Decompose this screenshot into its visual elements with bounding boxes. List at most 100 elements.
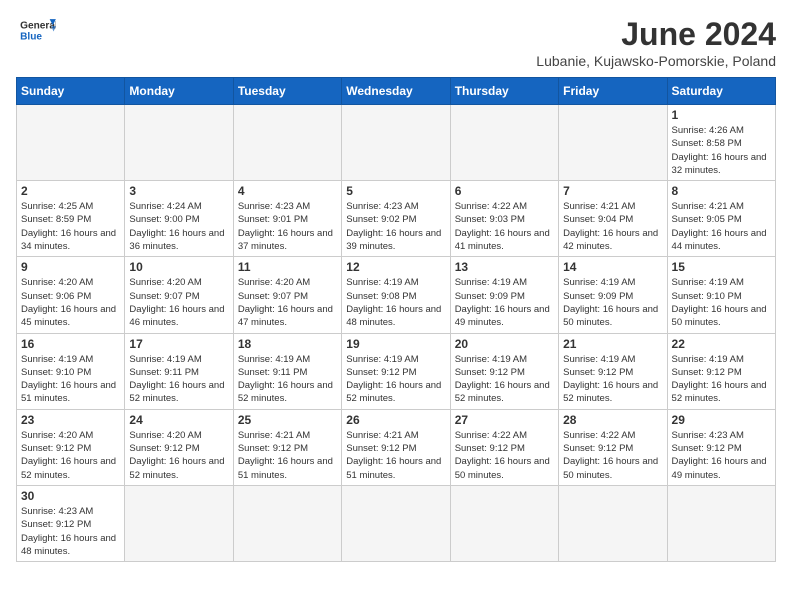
title-block: June 2024 Lubanie, Kujawsko-Pomorskie, P… — [536, 16, 776, 69]
calendar-day-cell: 28Sunrise: 4:22 AM Sunset: 9:12 PM Dayli… — [559, 409, 667, 485]
calendar-week-row: 16 Sunrise: 4:19 AM Sunset: 9:10 PM Dayli… — [17, 333, 776, 409]
day-number: 24 — [129, 413, 228, 427]
day-number: 28 — [563, 413, 662, 427]
calendar-day-cell: 30 Sunrise: 4:23 AM Sunset: 9:12 PM Dayli… — [17, 485, 125, 561]
day-info: Sunrise: 4:21 AM Sunset: 9:12 PM Dayligh… — [238, 429, 337, 482]
calendar-day-cell: 22 Sunrise: 4:19 AM Sunset: 9:12 PM Dayli… — [667, 333, 775, 409]
day-number: 1 — [672, 108, 771, 122]
calendar-week-row: 9Sunrise: 4:20 AM Sunset: 9:06 PM Daylig… — [17, 257, 776, 333]
calendar-day-cell: 24Sunrise: 4:20 AM Sunset: 9:12 PM Dayli… — [125, 409, 233, 485]
calendar-day-cell: 7 Sunrise: 4:21 AM Sunset: 9:04 PM Daylig… — [559, 181, 667, 257]
calendar-day-cell: 29Sunrise: 4:23 AM Sunset: 9:12 PM Dayli… — [667, 409, 775, 485]
calendar-table: SundayMondayTuesdayWednesdayThursdayFrid… — [16, 77, 776, 562]
day-number: 16 — [21, 337, 120, 351]
calendar-day-cell — [17, 105, 125, 181]
calendar-day-cell — [450, 485, 558, 561]
day-number: 7 — [563, 184, 662, 198]
day-info: Sunrise: 4:19 AM Sunset: 9:12 PM Dayligh… — [672, 353, 771, 406]
day-number: 29 — [672, 413, 771, 427]
calendar-week-row: 1Sunrise: 4:26 AM Sunset: 8:58 PM Daylig… — [17, 105, 776, 181]
day-number: 9 — [21, 260, 120, 274]
header: General Blue June 2024 Lubanie, Kujawsko… — [16, 16, 776, 69]
day-number: 22 — [672, 337, 771, 351]
day-of-week-header: Sunday — [17, 78, 125, 105]
svg-text:Blue: Blue — [20, 31, 42, 42]
calendar-header: SundayMondayTuesdayWednesdayThursdayFrid… — [17, 78, 776, 105]
day-number: 5 — [346, 184, 445, 198]
calendar-day-cell — [450, 105, 558, 181]
day-info: Sunrise: 4:22 AM Sunset: 9:12 PM Dayligh… — [455, 429, 554, 482]
day-info: Sunrise: 4:20 AM Sunset: 9:07 PM Dayligh… — [238, 276, 337, 329]
day-number: 21 — [563, 337, 662, 351]
day-info: Sunrise: 4:24 AM Sunset: 9:00 PM Dayligh… — [129, 200, 228, 253]
day-number: 26 — [346, 413, 445, 427]
day-info: Sunrise: 4:19 AM Sunset: 9:12 PM Dayligh… — [346, 353, 445, 406]
calendar-day-cell: 17Sunrise: 4:19 AM Sunset: 9:11 PM Dayli… — [125, 333, 233, 409]
day-of-week-header: Thursday — [450, 78, 558, 105]
day-number: 11 — [238, 260, 337, 274]
calendar-day-cell — [233, 485, 341, 561]
day-info: Sunrise: 4:23 AM Sunset: 9:12 PM Dayligh… — [21, 505, 120, 558]
day-info: Sunrise: 4:25 AM Sunset: 8:59 PM Dayligh… — [21, 200, 120, 253]
day-of-week-header: Friday — [559, 78, 667, 105]
day-number: 19 — [346, 337, 445, 351]
day-number: 2 — [21, 184, 120, 198]
calendar-day-cell: 5Sunrise: 4:23 AM Sunset: 9:02 PM Daylig… — [342, 181, 450, 257]
day-info: Sunrise: 4:19 AM Sunset: 9:12 PM Dayligh… — [563, 353, 662, 406]
day-number: 17 — [129, 337, 228, 351]
day-number: 3 — [129, 184, 228, 198]
calendar-day-cell — [342, 105, 450, 181]
logo: General Blue — [16, 16, 56, 44]
day-number: 30 — [21, 489, 120, 503]
day-number: 25 — [238, 413, 337, 427]
day-info: Sunrise: 4:19 AM Sunset: 9:09 PM Dayligh… — [455, 276, 554, 329]
day-number: 20 — [455, 337, 554, 351]
calendar-day-cell: 25 Sunrise: 4:21 AM Sunset: 9:12 PM Dayli… — [233, 409, 341, 485]
day-number: 27 — [455, 413, 554, 427]
day-of-week-header: Wednesday — [342, 78, 450, 105]
day-info: Sunrise: 4:21 AM Sunset: 9:04 PM Dayligh… — [563, 200, 662, 253]
day-info: Sunrise: 4:19 AM Sunset: 9:10 PM Dayligh… — [21, 353, 120, 406]
day-of-week-header: Tuesday — [233, 78, 341, 105]
location-subtitle: Lubanie, Kujawsko-Pomorskie, Poland — [536, 53, 776, 69]
calendar-day-cell — [125, 485, 233, 561]
day-number: 13 — [455, 260, 554, 274]
calendar-day-cell — [559, 105, 667, 181]
day-info: Sunrise: 4:19 AM Sunset: 9:09 PM Dayligh… — [563, 276, 662, 329]
day-of-week-header: Saturday — [667, 78, 775, 105]
day-number: 6 — [455, 184, 554, 198]
calendar-day-cell — [667, 485, 775, 561]
calendar-day-cell: 8 Sunrise: 4:21 AM Sunset: 9:05 PM Daylig… — [667, 181, 775, 257]
day-number: 10 — [129, 260, 228, 274]
calendar-day-cell: 21 Sunrise: 4:19 AM Sunset: 9:12 PM Dayli… — [559, 333, 667, 409]
calendar-day-cell: 20Sunrise: 4:19 AM Sunset: 9:12 PM Dayli… — [450, 333, 558, 409]
calendar-day-cell — [342, 485, 450, 561]
day-info: Sunrise: 4:21 AM Sunset: 9:05 PM Dayligh… — [672, 200, 771, 253]
day-number: 8 — [672, 184, 771, 198]
day-number: 18 — [238, 337, 337, 351]
calendar-day-cell — [233, 105, 341, 181]
calendar-day-cell: 2 Sunrise: 4:25 AM Sunset: 8:59 PM Daylig… — [17, 181, 125, 257]
calendar-day-cell: 11 Sunrise: 4:20 AM Sunset: 9:07 PM Dayli… — [233, 257, 341, 333]
calendar-day-cell: 1Sunrise: 4:26 AM Sunset: 8:58 PM Daylig… — [667, 105, 775, 181]
day-info: Sunrise: 4:19 AM Sunset: 9:10 PM Dayligh… — [672, 276, 771, 329]
svg-text:General: General — [20, 20, 56, 31]
calendar-day-cell — [559, 485, 667, 561]
month-title: June 2024 — [536, 16, 776, 53]
logo-icon: General Blue — [20, 16, 56, 44]
calendar-day-cell: 19 Sunrise: 4:19 AM Sunset: 9:12 PM Dayli… — [342, 333, 450, 409]
calendar-day-cell: 16 Sunrise: 4:19 AM Sunset: 9:10 PM Dayli… — [17, 333, 125, 409]
calendar-body: 1Sunrise: 4:26 AM Sunset: 8:58 PM Daylig… — [17, 105, 776, 562]
day-info: Sunrise: 4:22 AM Sunset: 9:03 PM Dayligh… — [455, 200, 554, 253]
day-info: Sunrise: 4:19 AM Sunset: 9:11 PM Dayligh… — [238, 353, 337, 406]
calendar-day-cell — [125, 105, 233, 181]
day-info: Sunrise: 4:20 AM Sunset: 9:12 PM Dayligh… — [21, 429, 120, 482]
day-info: Sunrise: 4:23 AM Sunset: 9:01 PM Dayligh… — [238, 200, 337, 253]
calendar-day-cell: 23Sunrise: 4:20 AM Sunset: 9:12 PM Dayli… — [17, 409, 125, 485]
day-number: 14 — [563, 260, 662, 274]
calendar-day-cell: 14 Sunrise: 4:19 AM Sunset: 9:09 PM Dayli… — [559, 257, 667, 333]
day-info: Sunrise: 4:21 AM Sunset: 9:12 PM Dayligh… — [346, 429, 445, 482]
calendar-day-cell: 9Sunrise: 4:20 AM Sunset: 9:06 PM Daylig… — [17, 257, 125, 333]
calendar-week-row: 2 Sunrise: 4:25 AM Sunset: 8:59 PM Daylig… — [17, 181, 776, 257]
day-info: Sunrise: 4:20 AM Sunset: 9:07 PM Dayligh… — [129, 276, 228, 329]
